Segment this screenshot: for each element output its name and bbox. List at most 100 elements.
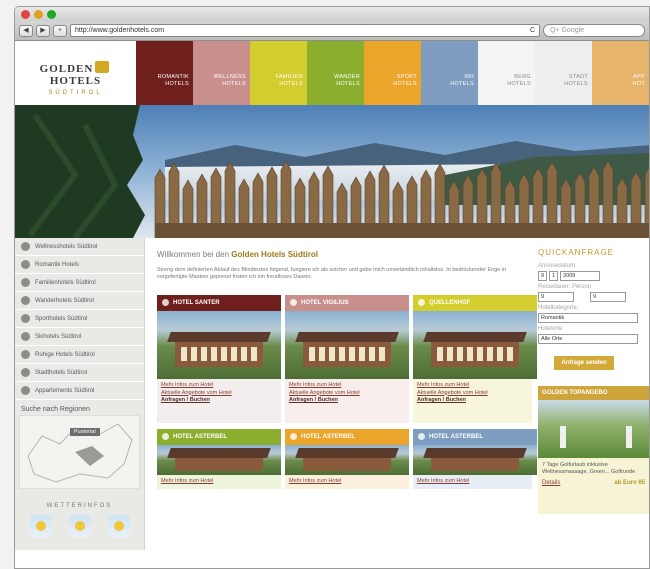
sun-icon: [68, 515, 91, 537]
more-info-link[interactable]: Mehr Infos zum Hotel: [417, 478, 533, 486]
quick-request-title: QUICKANFRAGE: [538, 248, 615, 257]
intro-text: Streng dem definierten Ablauf des Blindt…: [157, 267, 507, 280]
arrival-month-select[interactable]: 1: [549, 271, 559, 281]
nav-item-sport[interactable]: SPORT HOTELS: [364, 41, 421, 105]
more-info-link[interactable]: Mehr Infos zum Hotel: [161, 478, 277, 486]
more-info-link[interactable]: Mehr Infos zum Hotel: [289, 478, 405, 486]
add-bookmark-button[interactable]: +: [53, 24, 67, 37]
hotel-card-title[interactable]: QUELLENHOF: [413, 295, 537, 311]
back-button[interactable]: ◀: [19, 24, 33, 37]
hotel-card-links: Mehr Infos zum Hotel Aktuelle Angebote vo…: [157, 379, 281, 408]
sidebar-item[interactable]: Romantik Hotels: [15, 256, 144, 274]
reload-icon[interactable]: C: [530, 25, 535, 36]
category-icon: [21, 350, 30, 359]
address-bar[interactable]: http://www.goldenhotels.com C: [70, 24, 540, 37]
site-header: GOLDENHOTELS SÜDTIROL ROMANTIK HOTELS WELL…: [15, 41, 649, 105]
sidebar-item-label: Wellnesshotels Südtirol: [35, 243, 98, 250]
region-map-outline: [27, 423, 133, 483]
arrival-year-select[interactable]: 2009: [560, 271, 601, 281]
hotel-photo[interactable]: [413, 311, 537, 379]
hotel-card: HOTEL SANTER Mehr Infos zum Hotel Aktuelle…: [157, 295, 281, 423]
logo-subtitle: SÜDTIROL: [48, 90, 103, 96]
top-offer-details-link[interactable]: Details: [542, 480, 560, 486]
more-info-link[interactable]: Mehr Infos zum Hotel: [417, 382, 533, 390]
place-select[interactable]: Alle Orte: [538, 334, 638, 344]
category-icon: [21, 296, 30, 305]
hotel-card-title[interactable]: HOTEL ASTERBEL: [285, 429, 409, 445]
hotel-card: HOTEL ASTERBEL Mehr Infos zum Hotel: [413, 429, 537, 489]
sidebar-item[interactable]: Appartements Südtirol: [15, 382, 144, 400]
nav-item-familien[interactable]: FAMILIEN HOTELS: [250, 41, 307, 105]
nav-item-stadt[interactable]: STADT HOTELS: [535, 41, 592, 105]
url-text: http://www.goldenhotels.com: [75, 27, 165, 34]
hotel-card-title[interactable]: HOTEL ASTERBEL: [157, 429, 281, 445]
nights-select[interactable]: 9: [538, 292, 574, 302]
hotel-photo[interactable]: [157, 311, 281, 379]
hero-image: [15, 105, 649, 238]
category-icon: [21, 368, 30, 377]
top-offer-box: GOLDEN TOPANGEBO 7 Tage Golfurlaub inklu…: [538, 386, 649, 514]
hotel-photo[interactable]: [413, 445, 537, 475]
window-titlebar: [15, 7, 649, 21]
nav-item-app[interactable]: APP HOT: [592, 41, 649, 105]
nav-line1: WELLNESS: [213, 74, 246, 80]
sidebar-item-label: Skihotels Südtirol: [35, 333, 82, 340]
sidebar-item[interactable]: Familienhotels Südtirol: [15, 274, 144, 292]
book-link[interactable]: Anfragen / Buchen: [161, 397, 277, 405]
nav-item-wander[interactable]: WANDER HOTELS: [307, 41, 364, 105]
top-offer-photo: [538, 400, 649, 458]
sidebar-item[interactable]: Wanderhotels Südtirol: [15, 292, 144, 310]
nav-line2: HOT: [632, 81, 645, 87]
top-offer-title: GOLDEN TOPANGEBO: [538, 386, 649, 400]
welcome-heading: Willkommen bei den Golden Hotels Südtiro…: [157, 250, 318, 259]
search-field[interactable]: Q+ Google: [543, 24, 645, 37]
nav-line2: HOTELS: [279, 81, 303, 87]
nav-line2: HOTELS: [165, 81, 189, 87]
zoom-window-button[interactable]: [47, 9, 56, 19]
hotel-card: HOTEL VIGILIUS Mehr Infos zum Hotel Aktuel…: [285, 295, 409, 423]
send-request-button[interactable]: Anfrage senden: [554, 356, 614, 370]
book-link[interactable]: Anfragen / Buchen: [417, 397, 533, 405]
hotel-photo[interactable]: [285, 311, 409, 379]
sidebar-item[interactable]: Wellnesshotels Südtirol: [15, 238, 144, 256]
top-offer-price: ab Euro 65: [614, 480, 645, 486]
nights-label: Reisedauer: Person: [538, 284, 592, 290]
hotel-photo[interactable]: [285, 445, 409, 475]
sidebar-item[interactable]: Skihotels Südtirol: [15, 328, 144, 346]
sidebar-item[interactable]: Stadthotels Südtirol: [15, 364, 144, 382]
offers-link[interactable]: Aktuelle Angebote vom Hotel: [417, 390, 533, 398]
main-column: Willkommen bei den Golden Hotels Südtiro…: [145, 238, 537, 550]
offers-link[interactable]: Aktuelle Angebote vom Hotel: [161, 390, 277, 398]
more-info-link[interactable]: Mehr Infos zum Hotel: [161, 382, 277, 390]
nav-item-romantik[interactable]: ROMANTIK HOTELS: [136, 41, 193, 105]
forward-button[interactable]: ▶: [36, 24, 50, 37]
site-logo[interactable]: GOLDENHOTELS SÜDTIROL: [15, 41, 136, 105]
nav-line1: WANDER: [333, 74, 360, 80]
more-info-link[interactable]: Mehr Infos zum Hotel: [289, 382, 405, 390]
hotel-photo[interactable]: [157, 445, 281, 475]
map-region-marker[interactable]: Pustertal: [70, 428, 100, 436]
offers-link[interactable]: Aktuelle Angebote vom Hotel: [289, 390, 405, 398]
book-link[interactable]: Anfragen / Buchen: [289, 397, 405, 405]
nav-line1: FAMILIEN: [275, 74, 303, 80]
arrival-label: Anreisedatum:: [538, 263, 577, 269]
nav-item-wellness[interactable]: WELLNESS HOTELS: [193, 41, 250, 105]
close-window-button[interactable]: [21, 9, 30, 19]
hotel-card-title[interactable]: HOTEL ASTERBEL: [413, 429, 537, 445]
hotel-card: HOTEL ASTERBEL Mehr Infos zum Hotel: [157, 429, 281, 489]
category-select[interactable]: Romantik: [538, 313, 638, 323]
minimize-window-button[interactable]: [34, 9, 43, 19]
sidebar-item[interactable]: Sporthotels Südtirol: [15, 310, 144, 328]
nav-item-ski[interactable]: SKI HOTELS: [421, 41, 478, 105]
nav-line1: STADT: [568, 74, 588, 80]
hotel-card-title[interactable]: HOTEL VIGILIUS: [285, 295, 409, 311]
persons-select[interactable]: 9: [590, 292, 626, 302]
sidebar-item[interactable]: Ruhige Hotels Südtirol: [15, 346, 144, 364]
sidebar-item-label: Appartements Südtirol: [35, 387, 95, 394]
arrival-day-select[interactable]: 9: [538, 271, 548, 281]
hotel-card-title[interactable]: HOTEL SANTER: [157, 295, 281, 311]
region-map[interactable]: Pustertal: [19, 415, 140, 489]
category-icon: [21, 278, 30, 287]
nav-item-berg[interactable]: BERG HOTELS: [478, 41, 535, 105]
sidebar: Wellnesshotels Südtirol Romantik Hotels Fa…: [15, 238, 145, 550]
